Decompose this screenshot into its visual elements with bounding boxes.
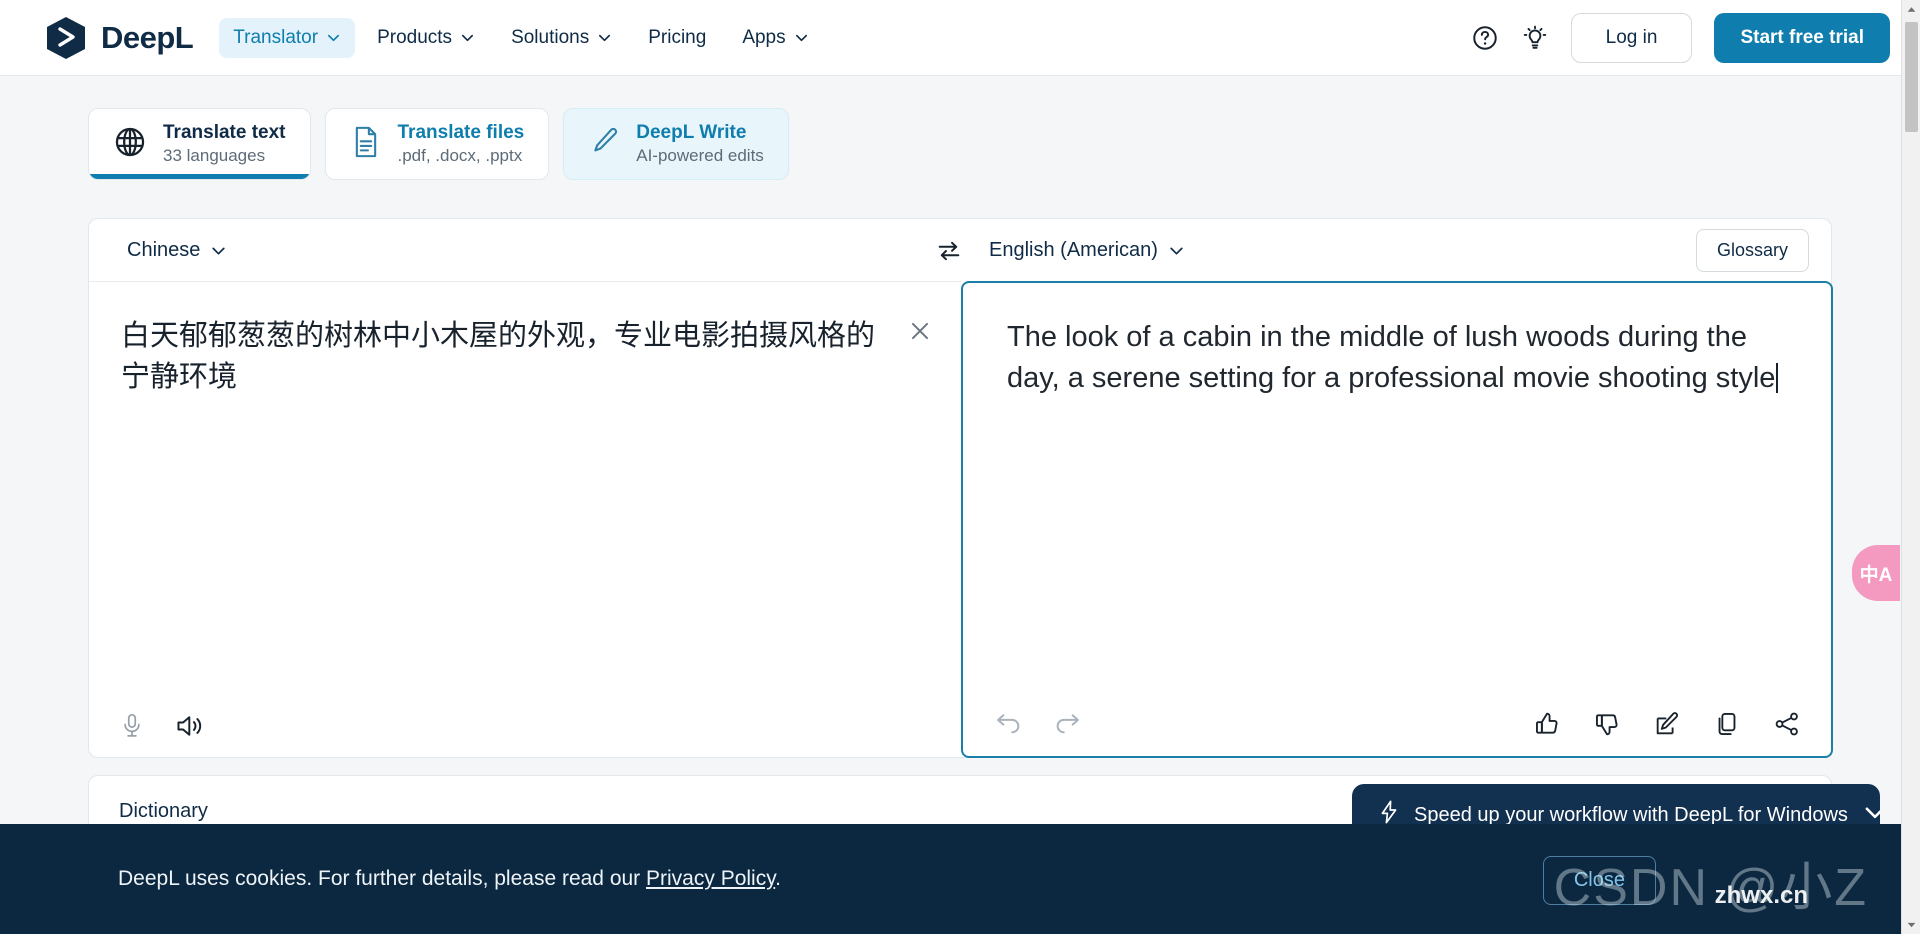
target-toolbar bbox=[963, 690, 1831, 738]
chevron-down-icon bbox=[1168, 242, 1185, 259]
text-caret bbox=[1776, 363, 1779, 394]
thumbs-up-icon[interactable] bbox=[1533, 710, 1561, 738]
microphone-icon[interactable] bbox=[119, 712, 145, 740]
close-x-icon[interactable] bbox=[907, 318, 933, 349]
nav-item-pricing[interactable]: Pricing bbox=[634, 18, 720, 58]
chevron-down-icon bbox=[597, 30, 612, 45]
cookie-close-button[interactable]: Close bbox=[1542, 856, 1656, 905]
nav-label: Products bbox=[377, 26, 453, 48]
nav-item-solutions[interactable]: Solutions bbox=[497, 18, 626, 58]
edit-icon[interactable] bbox=[1653, 710, 1681, 738]
target-text: The look of a cabin in the middle of lus… bbox=[1007, 321, 1776, 395]
cookie-text: DeepL uses cookies. For further details,… bbox=[118, 867, 781, 891]
target-text-wrap[interactable]: The look of a cabin in the middle of lus… bbox=[1007, 317, 1791, 399]
tab-translate-text[interactable]: Translate text 33 languages bbox=[88, 108, 311, 180]
tab-translate-files[interactable]: Translate files .pdf, .docx, .pptx bbox=[324, 108, 550, 180]
translation-panes: 白天郁郁葱葱的树林中小木屋的外观，专业电影拍摄风格的宁静环境 The look … bbox=[89, 281, 1833, 758]
translator-card: Chinese English (American) Glossary 白天郁郁… bbox=[88, 218, 1833, 758]
share-icon[interactable] bbox=[1773, 710, 1801, 738]
swap-arrows-icon[interactable] bbox=[935, 237, 963, 270]
mode-tabs: Translate text 33 languages Translate fi… bbox=[88, 108, 789, 180]
tab-deepl-write[interactable]: DeepL Write AI-powered edits bbox=[563, 108, 789, 180]
privacy-policy-link[interactable]: Privacy Policy bbox=[646, 867, 775, 890]
nav-label: Translator bbox=[233, 26, 319, 48]
brand-logo[interactable]: DeepL bbox=[45, 16, 194, 60]
scrollbar-thumb[interactable] bbox=[1905, 22, 1918, 132]
scroll-up-arrow-icon[interactable] bbox=[1902, 0, 1920, 19]
copy-icon[interactable] bbox=[1713, 710, 1741, 738]
tab-subtitle: AI-powered edits bbox=[636, 146, 764, 166]
side-widget-label: 中A bbox=[1859, 564, 1893, 586]
primary-nav: Translator Products Solutions Pricing Ap… bbox=[219, 17, 822, 58]
redo-icon[interactable] bbox=[1053, 710, 1083, 738]
chevron-down-icon bbox=[326, 30, 341, 45]
nav-label: Pricing bbox=[648, 26, 707, 48]
target-pane[interactable]: The look of a cabin in the middle of lus… bbox=[961, 281, 1833, 758]
globe-icon bbox=[113, 125, 147, 164]
tab-subtitle: .pdf, .docx, .pptx bbox=[397, 146, 523, 166]
site-header: DeepL Translator Products Solutions Pric… bbox=[0, 0, 1920, 76]
scroll-down-arrow-icon[interactable] bbox=[1902, 915, 1920, 934]
cookie-banner: DeepL uses cookies. For further details,… bbox=[0, 824, 1920, 934]
language-bar: Chinese English (American) Glossary bbox=[89, 219, 1831, 281]
nav-item-products[interactable]: Products bbox=[363, 18, 489, 58]
lightbulb-icon[interactable] bbox=[1521, 24, 1549, 52]
deepl-logo-icon bbox=[45, 16, 87, 60]
pencil-icon bbox=[588, 125, 620, 164]
nav-item-apps[interactable]: Apps bbox=[728, 18, 822, 58]
cookie-text-before: DeepL uses cookies. For further details,… bbox=[118, 867, 647, 890]
chevron-down-icon bbox=[460, 30, 475, 45]
target-language-selector[interactable]: English (American) bbox=[981, 233, 1193, 268]
cookie-text-after: . bbox=[775, 867, 781, 890]
tab-title: Translate files bbox=[397, 122, 525, 144]
question-circle-icon[interactable] bbox=[1471, 24, 1499, 52]
start-free-trial-button[interactable]: Start free trial bbox=[1714, 13, 1890, 63]
login-button[interactable]: Log in bbox=[1570, 13, 1693, 63]
speaker-icon[interactable] bbox=[175, 712, 205, 740]
document-icon bbox=[350, 125, 382, 164]
deepl-translator-page: DeepL Translator Products Solutions Pric… bbox=[0, 0, 1920, 934]
translate-widget-icon[interactable]: 中A bbox=[1852, 545, 1900, 601]
glossary-button[interactable]: Glossary bbox=[1695, 229, 1809, 272]
tab-title: Translate text bbox=[163, 122, 286, 144]
tab-title: DeepL Write bbox=[636, 122, 747, 144]
header-actions: Log in Start free trial bbox=[1471, 0, 1890, 76]
brand-name: DeepL bbox=[101, 19, 194, 55]
source-text[interactable]: 白天郁郁葱葱的树林中小木屋的外观，专业电影拍摄风格的宁静环境 bbox=[121, 316, 883, 398]
nav-item-translator[interactable]: Translator bbox=[219, 17, 356, 58]
chevron-down-icon bbox=[794, 30, 809, 45]
target-language-label: English (American) bbox=[989, 238, 1158, 261]
source-pane[interactable]: 白天郁郁葱葱的树林中小木屋的外观，专业电影拍摄风格的宁静环境 bbox=[89, 281, 961, 758]
nav-label: Apps bbox=[742, 26, 786, 48]
undo-icon[interactable] bbox=[993, 710, 1023, 738]
thumbs-down-icon[interactable] bbox=[1593, 710, 1621, 738]
tab-subtitle: 33 languages bbox=[163, 146, 266, 166]
page-scrollbar[interactable] bbox=[1901, 0, 1920, 934]
chevron-down-icon bbox=[210, 242, 227, 259]
source-language-label: Chinese bbox=[127, 238, 201, 261]
nav-label: Solutions bbox=[511, 26, 590, 48]
source-toolbar bbox=[89, 692, 961, 740]
tab-active-indicator bbox=[89, 174, 310, 179]
dictionary-label: Dictionary bbox=[119, 800, 208, 822]
source-language-selector[interactable]: Chinese bbox=[119, 233, 235, 268]
